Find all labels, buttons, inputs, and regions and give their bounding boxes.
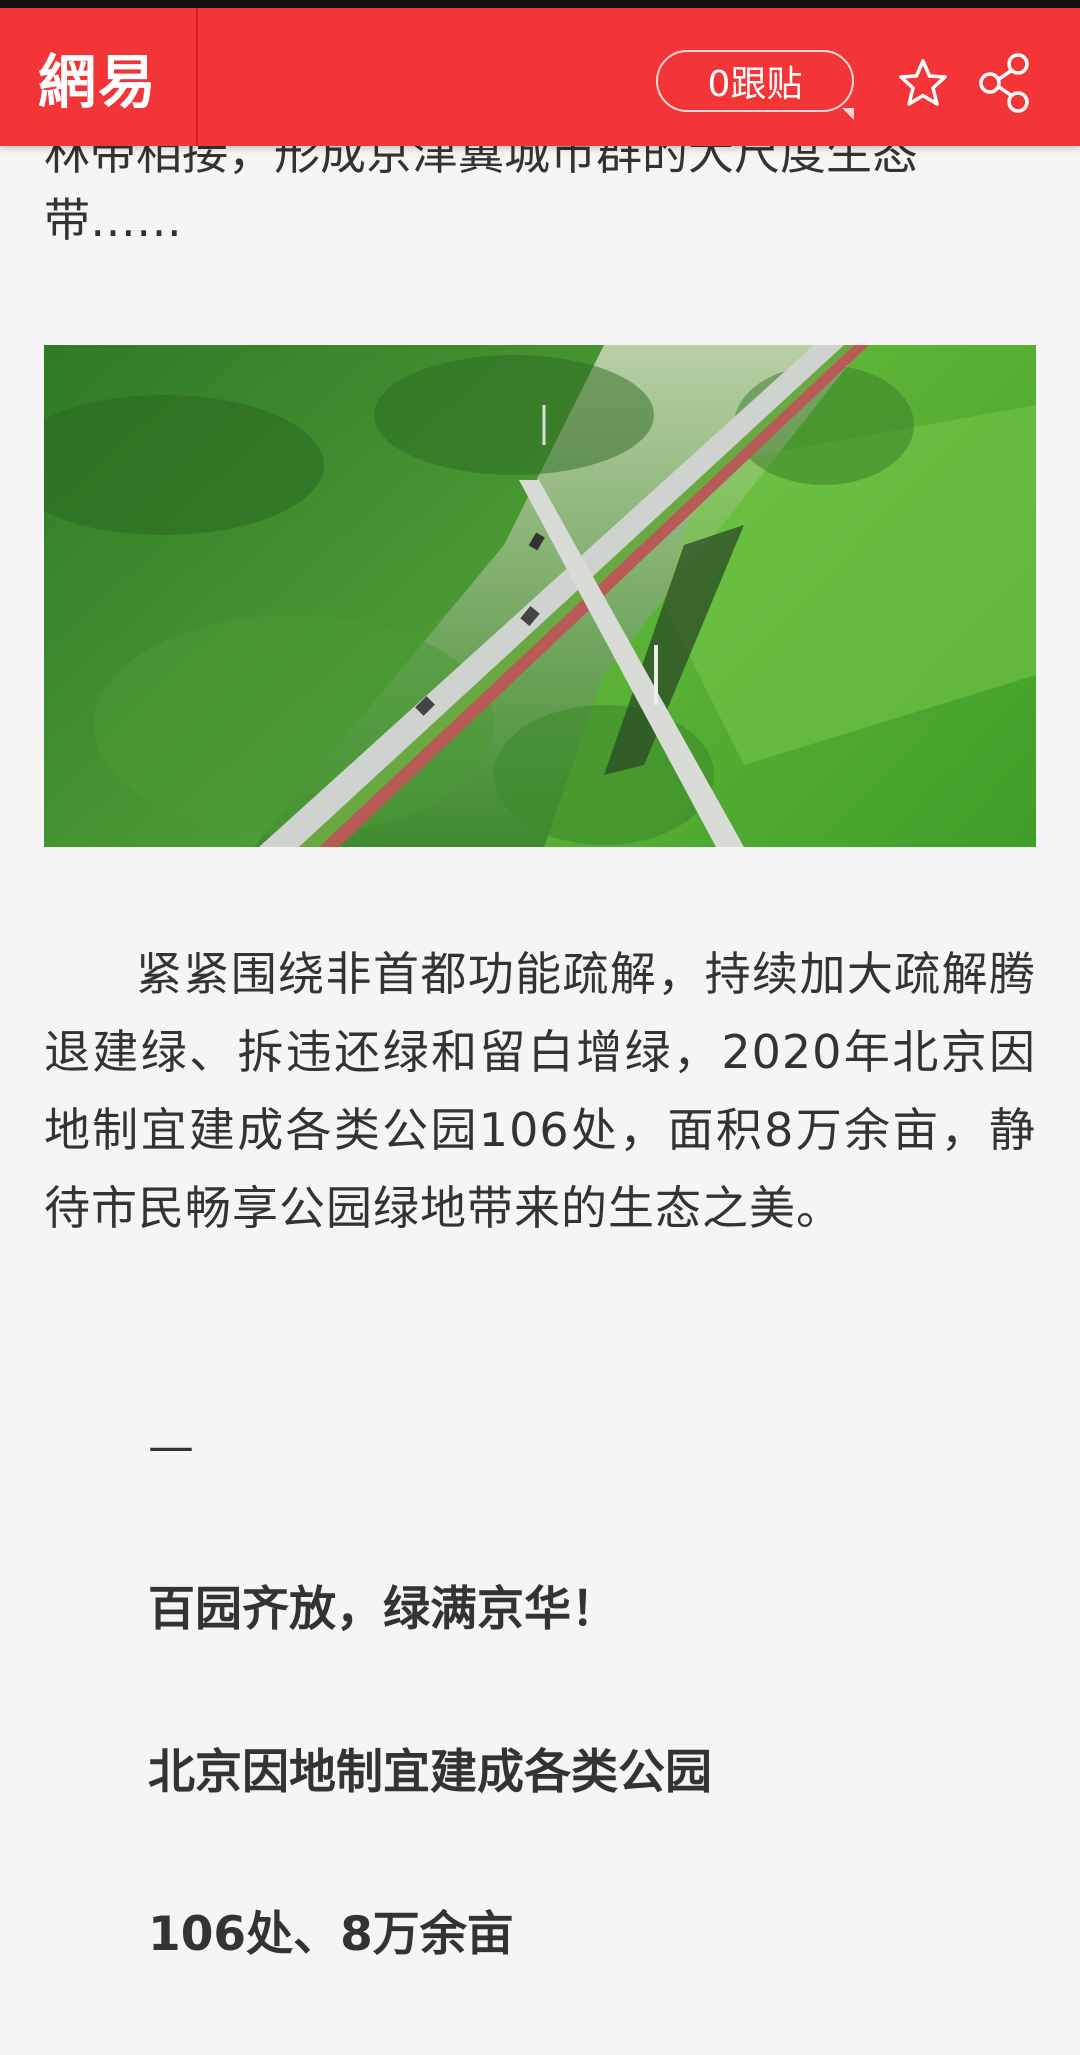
logo-text: 網易 bbox=[37, 48, 158, 116]
app-header: 網易 0跟贴 bbox=[0, 8, 1080, 146]
speech-tail bbox=[842, 108, 854, 120]
highlight-heading-2: 北京因地制宜建成各类公园 bbox=[148, 1745, 712, 1800]
article-text-tail: 带…… bbox=[44, 193, 182, 247]
netease-logo[interactable]: 網易 bbox=[0, 8, 198, 146]
favorite-button[interactable] bbox=[893, 53, 953, 113]
section-divider: — bbox=[148, 1419, 194, 1473]
star-outline-icon bbox=[899, 59, 947, 106]
article-paragraph: 紧紧围绕非首都功能疏解，持续加大疏解腾退建绿、拆违还绿和留白增绿，2020年北京… bbox=[44, 947, 1036, 1235]
comments-button[interactable]: 0跟贴 bbox=[656, 50, 854, 120]
article-photo[interactable] bbox=[44, 345, 1036, 847]
highlight-heading-3: 106处、8万余亩 bbox=[148, 1907, 514, 1962]
comments-count-label: 0跟贴 bbox=[707, 64, 803, 105]
aerial-forest-road-image bbox=[44, 345, 1036, 847]
share-button[interactable] bbox=[975, 53, 1035, 113]
highlight-heading-1: 百园齐放，绿满京华！ bbox=[148, 1582, 618, 1637]
share-icon bbox=[979, 53, 1029, 113]
status-bar bbox=[0, 0, 1080, 8]
